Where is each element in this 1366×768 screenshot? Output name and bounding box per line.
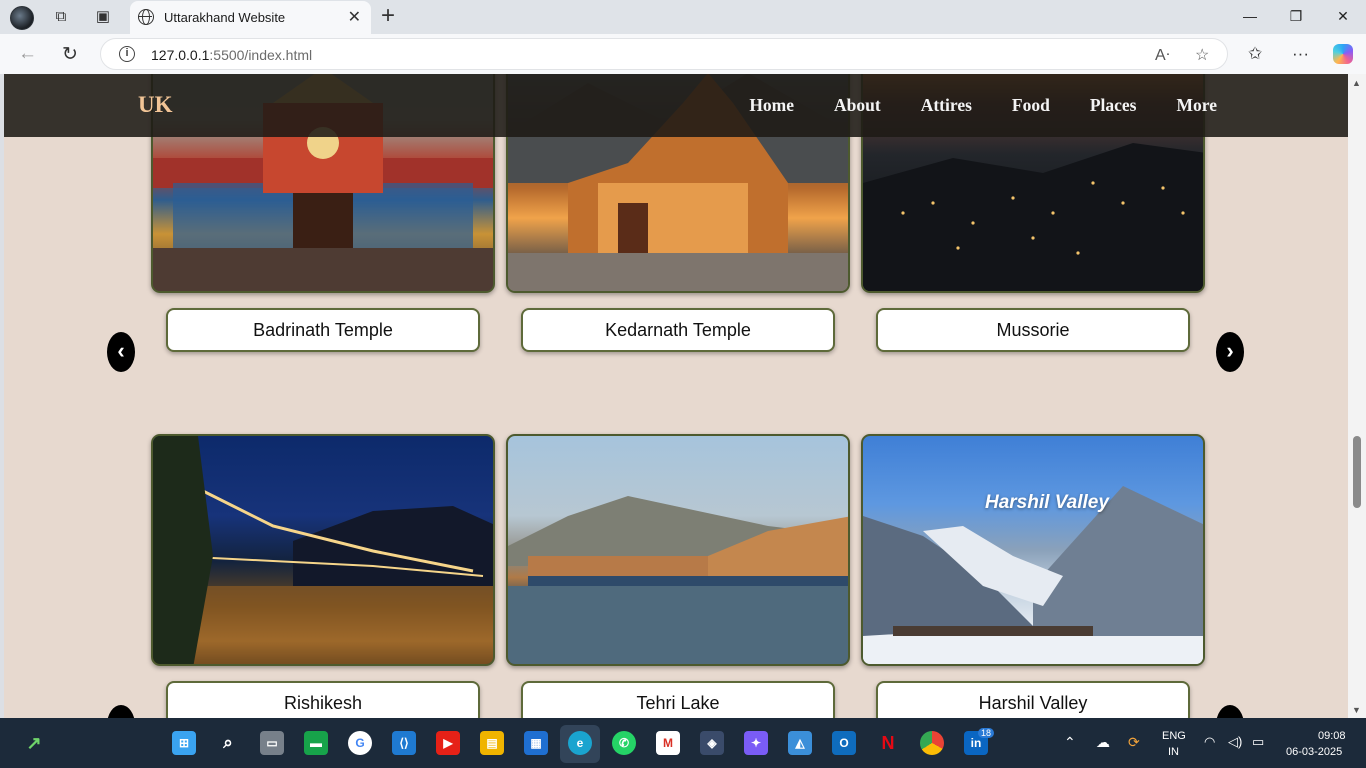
nav-about[interactable]: About (834, 95, 881, 116)
workspaces-icon[interactable]: ⧉ (52, 8, 70, 26)
scroll-thumb[interactable] (1353, 436, 1361, 508)
place-label[interactable]: Tehri Lake (521, 681, 835, 718)
place-card-rishikesh[interactable]: Rishikesh (151, 434, 495, 718)
mysql-icon[interactable]: ◈ (700, 731, 724, 755)
site-info-icon[interactable]: i (119, 46, 135, 62)
page-viewport: UK Home About Attires Food Places More ‹… (4, 74, 1348, 718)
copilot-app-icon[interactable]: ✦ (744, 731, 768, 755)
cloud-icon[interactable]: ☁ (1096, 734, 1110, 751)
back-icon[interactable]: ← (18, 43, 37, 65)
start-icon[interactable]: ⊞ (172, 731, 196, 755)
search-icon[interactable]: ⌕ (216, 731, 240, 755)
netflix-icon[interactable]: N (876, 731, 900, 755)
favorites-icon[interactable]: ✩ (1248, 44, 1262, 64)
tehri-lake-photo (506, 434, 850, 666)
tab-uttarakhand[interactable]: Uttarakhand Website ✕ (130, 1, 371, 34)
harshil-valley-photo: Harshil Valley (861, 434, 1205, 666)
carousel-next-button-2[interactable] (1216, 705, 1244, 718)
new-tab-button[interactable]: + (381, 3, 395, 29)
url-text: 127.0.0.1:5500/index.html (151, 47, 313, 63)
nav-places[interactable]: Places (1090, 95, 1137, 116)
linkedin-badge: 18 (978, 728, 995, 738)
profile-avatar[interactable] (10, 6, 34, 30)
page-scrollbar[interactable]: ▲ ▼ (1348, 74, 1366, 718)
reload-icon[interactable]: ↻ (62, 43, 78, 66)
harshil-photo-caption: Harshil Valley (985, 492, 1109, 513)
language-label[interactable]: ENG (1162, 730, 1186, 742)
place-label[interactable]: Harshil Valley (876, 681, 1190, 718)
photos-icon[interactable]: ◭ (788, 731, 812, 755)
file-explorer-icon[interactable]: ▤ (480, 731, 504, 755)
chrome-icon[interactable] (920, 731, 944, 755)
place-card-tehri[interactable]: Tehri Lake (506, 434, 850, 718)
minimize-button[interactable]: — (1240, 8, 1260, 24)
place-label[interactable]: Mussorie (876, 308, 1190, 352)
task-view-icon[interactable]: ▭ (260, 731, 284, 755)
windows-taskbar: ↗ ⊞ ⌕ ▭ ▬ G ⟨⟩ ▶ ▤ ▦ e ✆ M ◈ ✦ ◭ O N in … (0, 718, 1366, 768)
stocks-widget-icon[interactable]: ↗ (22, 731, 46, 755)
nav-home[interactable]: Home (749, 95, 794, 116)
url-field[interactable]: i 127.0.0.1:5500/index.html Aᐧ ☆ (100, 38, 1228, 70)
browser-tab-strip: ⧉ ▣ Uttarakhand Website ✕ + — ❐ ✕ (0, 0, 1366, 34)
whatsapp-icon[interactable]: ✆ (612, 731, 636, 755)
nav-more[interactable]: More (1177, 95, 1218, 116)
nav-attires[interactable]: Attires (921, 95, 972, 116)
rishikesh-photo (151, 434, 495, 666)
store-icon[interactable]: ▦ (524, 731, 548, 755)
region-label[interactable]: IN (1168, 746, 1179, 758)
site-logo[interactable]: UK (138, 92, 173, 118)
close-tab-icon[interactable]: ✕ (348, 7, 361, 27)
clock-date[interactable]: 06-03-2025 (1286, 746, 1342, 758)
youtube-icon[interactable]: ▶ (436, 731, 460, 755)
read-aloud-icon[interactable]: Aᐧ (1155, 45, 1170, 65)
classroom-icon[interactable]: ▬ (304, 731, 328, 755)
tab-title: Uttarakhand Website (164, 10, 286, 25)
close-window-button[interactable]: ✕ (1333, 8, 1353, 25)
edge-icon[interactable]: e (568, 731, 592, 755)
place-label[interactable]: Kedarnath Temple (521, 308, 835, 352)
battery-icon[interactable]: ▭ (1252, 734, 1264, 750)
carousel-prev-button-2[interactable] (107, 705, 135, 718)
volume-icon[interactable]: ◁) (1228, 734, 1242, 750)
place-label[interactable]: Badrinath Temple (166, 308, 480, 352)
more-options-icon[interactable]: ··· (1292, 44, 1309, 64)
clock-time[interactable]: 09:08 (1318, 730, 1346, 742)
site-navbar: UK Home About Attires Food Places More (4, 74, 1348, 137)
scroll-down-icon[interactable]: ▼ (1352, 705, 1361, 715)
wifi-icon[interactable]: ◠ (1204, 734, 1215, 750)
carousel-next-button[interactable]: › (1216, 332, 1244, 372)
place-card-harshil[interactable]: Harshil Valley Harshil Valley (861, 434, 1205, 718)
vertical-tabs-icon[interactable]: ▣ (94, 8, 112, 26)
favorite-star-icon[interactable]: ☆ (1195, 45, 1209, 65)
gmail-icon[interactable]: M (656, 731, 680, 755)
scroll-up-icon[interactable]: ▲ (1352, 78, 1361, 88)
copilot-icon[interactable] (1333, 44, 1353, 64)
globe-icon (138, 9, 154, 25)
tray-overflow-icon[interactable]: ⌃ (1064, 734, 1076, 751)
outlook-icon[interactable]: O (832, 731, 856, 755)
carousel-prev-button[interactable]: ‹ (107, 332, 135, 372)
place-label[interactable]: Rishikesh (166, 681, 480, 718)
vscode-icon[interactable]: ⟨⟩ (392, 731, 416, 755)
nav-food[interactable]: Food (1012, 95, 1050, 116)
site-menu: Home About Attires Food Places More (749, 95, 1217, 116)
restore-button[interactable]: ❐ (1286, 8, 1306, 25)
address-bar-row: ← ↻ i 127.0.0.1:5500/index.html Aᐧ ☆ ✩ ·… (0, 34, 1366, 74)
sync-icon[interactable]: ⟳ (1128, 734, 1140, 751)
google-icon[interactable]: G (348, 731, 372, 755)
